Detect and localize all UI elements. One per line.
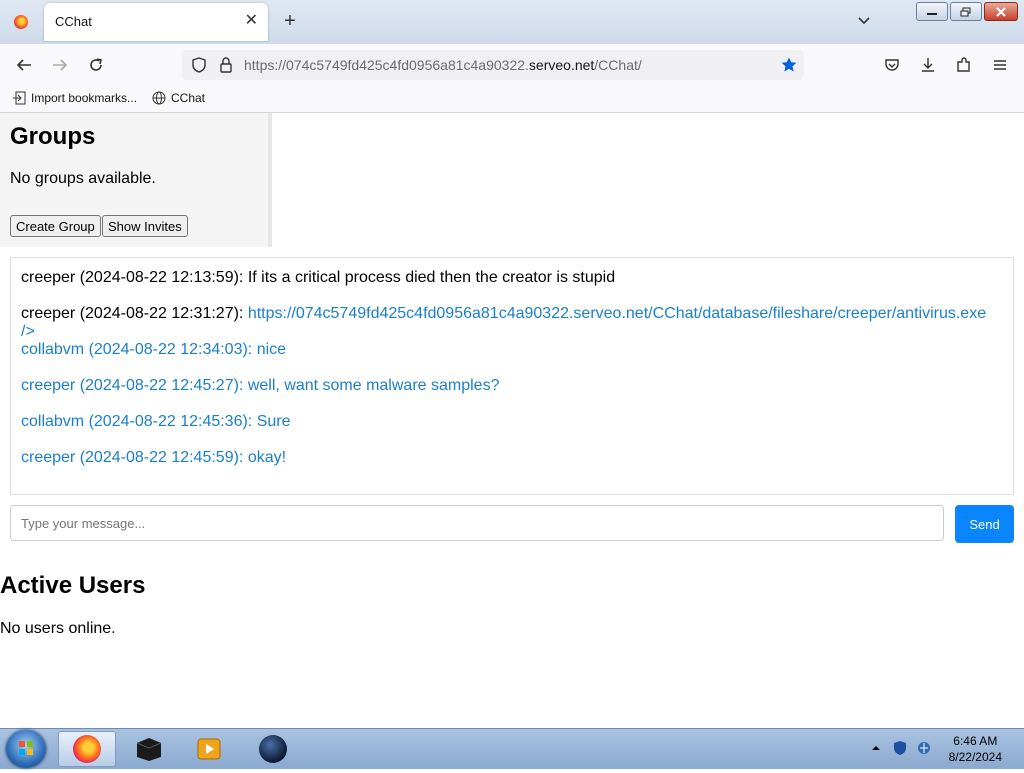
show-hidden-icons-button[interactable]	[868, 740, 884, 756]
hamburger-menu-icon	[994, 60, 1006, 70]
tab-close-icon[interactable]: ✕	[245, 11, 258, 31]
firefox-icon	[73, 735, 101, 763]
start-button[interactable]	[6, 730, 46, 768]
bookmark-import-label: Import bookmarks...	[31, 91, 138, 105]
tab-title: CChat	[55, 14, 92, 29]
chat-message: collabvm (2024-08-22 12:34:03): nice	[21, 341, 287, 358]
bookmark-import[interactable]: Import bookmarks...	[12, 91, 137, 105]
pocket-button[interactable]	[882, 55, 902, 75]
active-users-title: Active Users	[0, 572, 146, 599]
reload-button[interactable]	[86, 55, 106, 75]
close-window-button[interactable]	[984, 2, 1018, 21]
back-arrow-icon	[16, 59, 31, 71]
windows-logo-icon	[19, 741, 33, 755]
clock-date: 8/22/2024	[948, 750, 1002, 764]
extensions-button[interactable]	[954, 55, 974, 75]
forward-arrow-icon	[53, 59, 68, 71]
message-input[interactable]	[10, 505, 944, 541]
groups-title: Groups	[10, 123, 96, 150]
globe-icon	[152, 91, 166, 105]
firefox-view-button[interactable]	[0, 0, 42, 44]
chevron-up-icon	[872, 746, 880, 750]
clock-time: 6:46 AM	[953, 734, 998, 748]
restore-icon	[960, 7, 971, 16]
media-player-icon	[197, 738, 221, 760]
url-text[interactable]: https://074c5749fd425c4fd0956a81c4a90322…	[244, 57, 642, 73]
tab-bar: CChat ✕ +	[0, 0, 1024, 44]
shield-icon[interactable]	[190, 56, 208, 74]
close-icon	[996, 6, 1006, 17]
chevron-down-icon	[858, 17, 870, 25]
list-all-tabs-button[interactable]	[856, 12, 872, 28]
reload-icon	[90, 58, 102, 71]
back-button[interactable]	[14, 55, 34, 75]
taskbar-media-player[interactable]	[180, 731, 238, 767]
file-link[interactable]: https://074c5749fd425c4fd0956a81c4a90322…	[248, 305, 986, 322]
bookmark-cchat-label: CChat	[171, 91, 206, 105]
bookmarks-toolbar: Import bookmarks... CChat	[0, 86, 1024, 113]
download-icon	[922, 58, 934, 72]
network-icon	[918, 742, 930, 754]
restore-button[interactable]	[950, 2, 982, 21]
chat-message: collabvm (2024-08-22 12:45:36): Sure	[21, 413, 291, 430]
show-invites-button[interactable]: Show Invites	[102, 215, 188, 237]
message-tail: />	[21, 323, 35, 340]
window-controls	[916, 2, 1018, 21]
import-icon	[13, 91, 26, 105]
tray-security[interactable]	[892, 740, 908, 756]
puzzle-icon	[957, 57, 970, 72]
groups-panel: Groups No groups available. Create Group…	[0, 113, 272, 247]
chat-message: creeper (2024-08-22 12:45:27): well, wan…	[21, 377, 500, 394]
groups-empty-text: No groups available.	[10, 170, 156, 187]
address-bar[interactable]: https://074c5749fd425c4fd0956a81c4a90322…	[182, 50, 804, 80]
chat-message: creeper (2024-08-22 12:13:59): If its a …	[21, 269, 616, 286]
taskbar-terminal[interactable]	[120, 731, 178, 767]
create-group-button[interactable]: Create Group	[10, 215, 101, 237]
shield-tray-icon	[894, 741, 906, 755]
taskbar-firefox[interactable]	[58, 731, 116, 767]
chat-messages: creeper (2024-08-22 12:13:59): If its a …	[10, 257, 1014, 495]
taskbar: 6:46 AM 8/22/2024	[0, 728, 1024, 769]
taskbar-app[interactable]	[244, 731, 302, 767]
send-button[interactable]: Send	[955, 505, 1014, 543]
firefox-icon	[14, 15, 28, 29]
menu-button[interactable]	[990, 55, 1010, 75]
pocket-icon	[885, 59, 899, 71]
bookmark-star-icon[interactable]	[780, 56, 798, 74]
minimize-icon	[927, 12, 937, 15]
minimize-button[interactable]	[916, 2, 948, 21]
navigation-toolbar: https://074c5749fd425c4fd0956a81c4a90322…	[0, 44, 1024, 86]
taskbar-clock[interactable]: 6:46 AM 8/22/2024	[949, 733, 1002, 765]
new-tab-button[interactable]: +	[280, 9, 300, 33]
tab-cchat[interactable]: CChat ✕	[44, 3, 268, 41]
message-prefix: creeper (2024-08-22 12:31:27):	[21, 305, 248, 322]
terminal-icon	[136, 738, 162, 761]
chat-message: creeper (2024-08-22 12:31:27): https://0…	[21, 305, 986, 341]
forward-button[interactable]	[50, 55, 70, 75]
bookmark-cchat[interactable]: CChat	[152, 91, 205, 105]
lock-icon[interactable]	[218, 56, 234, 74]
downloads-button[interactable]	[918, 55, 938, 75]
globe-app-icon	[259, 735, 287, 763]
chat-message: creeper (2024-08-22 12:45:59): okay!	[21, 449, 287, 466]
users-empty-text: No users online.	[0, 620, 116, 637]
tray-network[interactable]	[916, 740, 932, 756]
